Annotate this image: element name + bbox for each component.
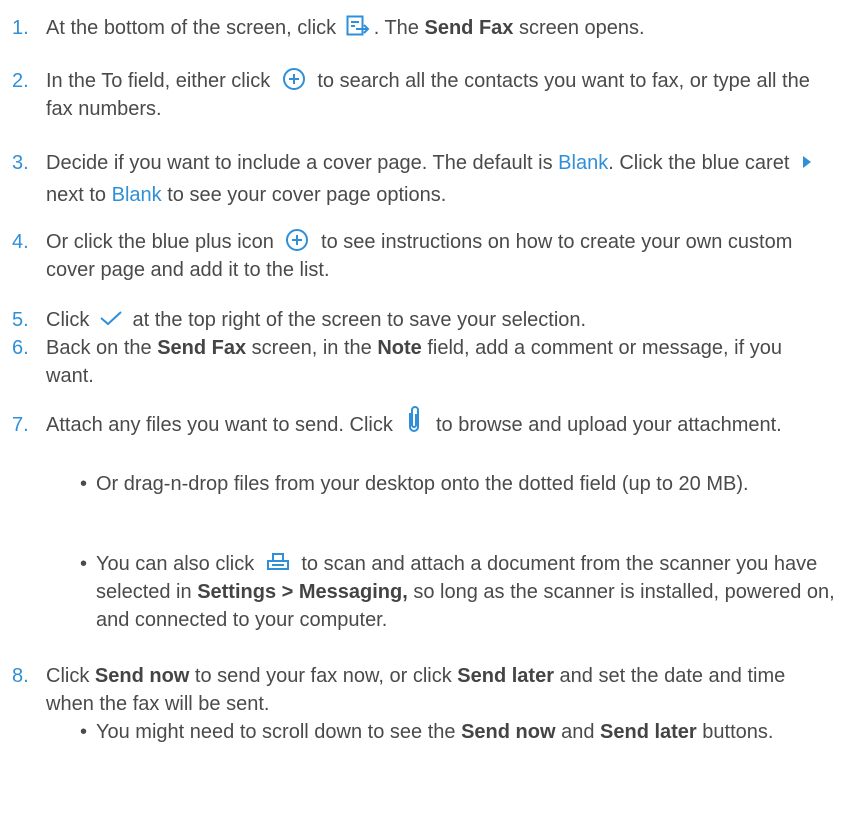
bullet-text: Or drag-n-drop files from your desktop o… xyxy=(96,473,749,495)
step-number: 5. xyxy=(12,309,29,331)
step-number: 2. xyxy=(12,70,29,92)
caret-right-icon xyxy=(801,155,813,169)
step-text: Click xyxy=(46,309,90,331)
step-number: 3. xyxy=(12,152,29,174)
bullet-item: • You might need to scroll down to see t… xyxy=(80,718,840,746)
bullet: • xyxy=(80,553,88,575)
step-text: to see your cover page options. xyxy=(167,184,447,206)
step-text: next to xyxy=(46,184,107,206)
bold-text: Send now xyxy=(461,721,556,743)
send-fax-icon xyxy=(346,15,370,37)
step-4: 4. Or click the blue plus icon to see in… xyxy=(0,228,830,284)
bold-text: Note xyxy=(377,337,422,359)
bold-text: Send Fax xyxy=(157,337,247,359)
bullet-text: You can also click xyxy=(96,553,255,575)
bold-text: Send now xyxy=(94,665,190,687)
step-6: 6. Back on the Send Fax screen, in the N… xyxy=(0,334,830,390)
paperclip-icon xyxy=(406,405,422,435)
step-text: In the To field, either click xyxy=(46,70,271,92)
step-7: 7. Attach any files you want to send. Cl… xyxy=(0,405,830,441)
bullet-item: • Or drag-n-drop files from your desktop… xyxy=(80,470,840,498)
plus-circle-icon xyxy=(282,67,306,91)
bold-text: Send later xyxy=(600,721,697,743)
step-text: screen, in the xyxy=(251,337,372,359)
bold-text: Settings > Messaging, xyxy=(197,581,408,603)
step-text: Click xyxy=(46,665,90,687)
step-text: to send your fax now, or click xyxy=(194,665,452,687)
bullet-item: • You can also click to scan and attach … xyxy=(80,550,840,634)
blank-link[interactable]: Blank xyxy=(112,184,162,206)
bullet-text: and xyxy=(561,721,595,743)
step-8: 8. Click Send now to send your fax now, … xyxy=(0,662,830,718)
bold-text: Send later xyxy=(457,665,554,687)
step-number: 1. xyxy=(12,17,29,39)
step-text: Or click the blue plus icon xyxy=(46,231,274,253)
bold-text: Send Fax xyxy=(424,17,514,39)
step-text: Attach any files you want to send. Click xyxy=(46,414,393,436)
plus-circle-icon xyxy=(285,228,309,252)
step-text: Decide if you want to include a cover pa… xyxy=(46,152,553,174)
step-number: 6. xyxy=(12,337,29,359)
step-number: 7. xyxy=(12,414,29,436)
bullet: • xyxy=(80,721,88,743)
instruction-list: 1. At the bottom of the screen, click . … xyxy=(0,0,850,829)
blank-link[interactable]: Blank xyxy=(558,152,608,174)
step-number: 8. xyxy=(12,665,29,687)
step-text: . Click the blue caret xyxy=(608,152,790,174)
bullet: • xyxy=(80,473,88,495)
step-3: 3. Decide if you want to include a cover… xyxy=(0,147,830,211)
step-number: 4. xyxy=(12,231,29,253)
step-text: . The xyxy=(373,17,419,39)
checkmark-icon xyxy=(99,309,123,327)
step-text: at the top right of the screen to save y… xyxy=(132,309,587,331)
step-5: 5. Click at the top right of the screen … xyxy=(0,306,830,334)
bullet-text: buttons. xyxy=(702,721,774,743)
step-text: to browse and upload your attachment. xyxy=(435,414,782,436)
step-text: screen opens. xyxy=(518,17,645,39)
step-1: 1. At the bottom of the screen, click . … xyxy=(0,14,830,42)
step-text: At the bottom of the screen, click xyxy=(46,17,337,39)
scanner-icon xyxy=(266,552,290,572)
step-2: 2. In the To field, either click to sear… xyxy=(0,67,830,123)
bullet-text: You might need to scroll down to see the xyxy=(96,721,456,743)
step-text: Back on the xyxy=(46,337,152,359)
